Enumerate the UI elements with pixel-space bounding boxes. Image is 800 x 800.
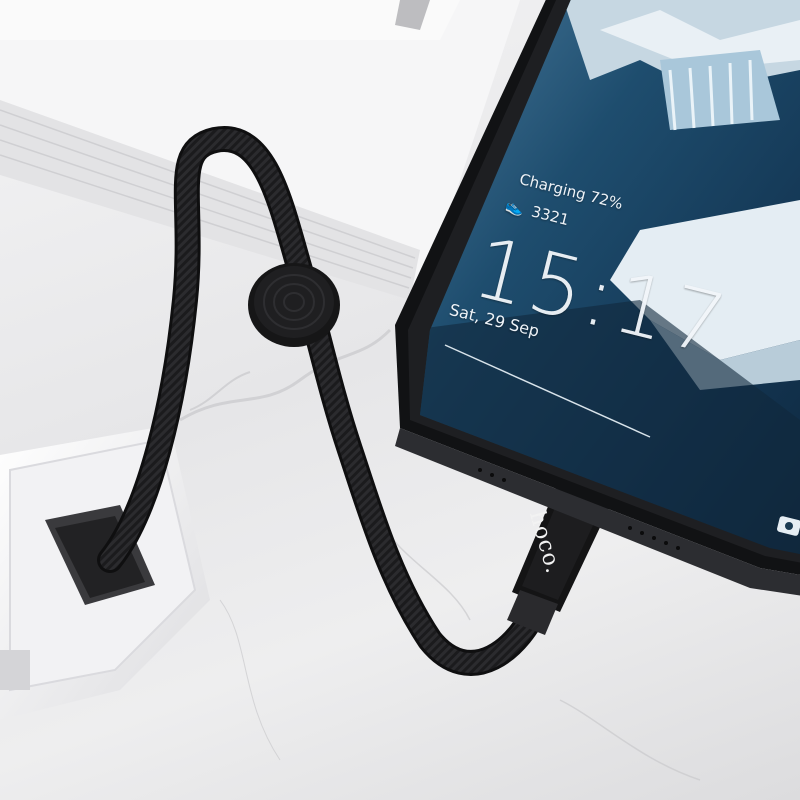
photo-illustration <box>0 0 800 781</box>
wall-charger <box>0 425 210 720</box>
product-photo: Charging 72% 👟 3321 15:17 Sat, 29 Sep ho… <box>0 0 800 800</box>
cable-organizer <box>248 263 340 347</box>
